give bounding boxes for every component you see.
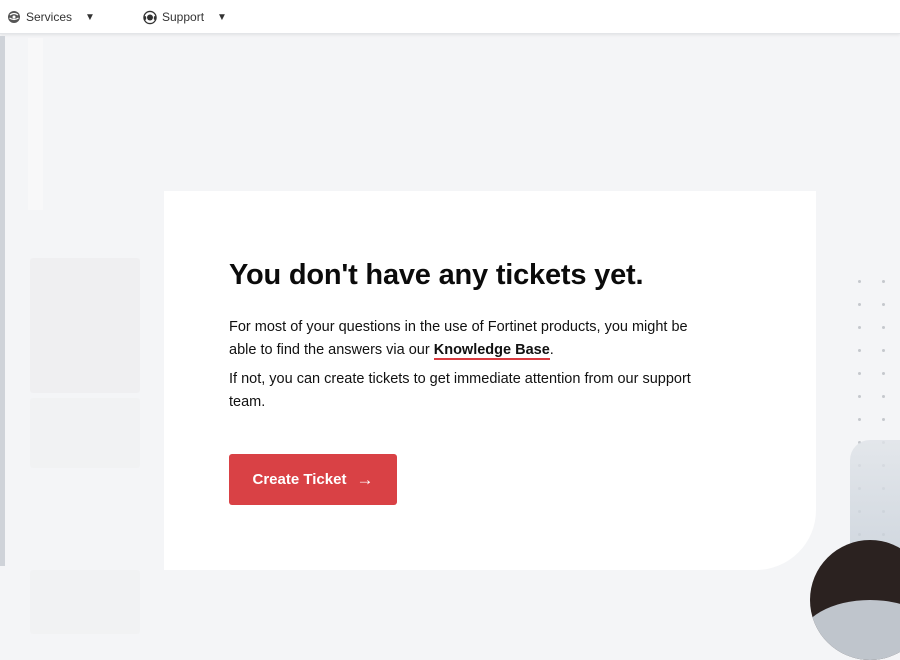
empty-state-title: You don't have any tickets yet.	[229, 259, 644, 291]
create-ticket-hint: If not, you can create tickets to get im…	[229, 371, 691, 410]
decorative-dot	[858, 372, 861, 375]
services-label: Services	[26, 10, 73, 24]
decorative-dot	[858, 326, 861, 329]
support-menu[interactable]: Support ▼	[143, 5, 227, 29]
decorative-dot	[882, 372, 885, 375]
decorative-dot	[858, 395, 861, 398]
support-label: Support	[162, 10, 205, 24]
decorative-dot	[858, 418, 861, 421]
empty-tickets-card: You don't have any tickets yet. For most…	[164, 191, 816, 570]
create-ticket-button[interactable]: Create Ticket →	[229, 454, 397, 505]
decorative-dot	[882, 280, 885, 283]
services-globe-icon	[7, 10, 21, 24]
support-headset-icon	[143, 10, 157, 25]
decorative-dot	[882, 303, 885, 306]
empty-state-description: For most of your questions in the use of…	[229, 316, 699, 361]
decorative-dot	[858, 349, 861, 352]
decorative-dot	[858, 303, 861, 306]
decorative-dot	[858, 280, 861, 283]
decorative-dot	[882, 395, 885, 398]
ghost-panel	[30, 258, 140, 393]
create-ticket-label: Create Ticket	[252, 471, 347, 488]
support-caret-icon: ▼	[217, 11, 227, 23]
decorative-dot	[882, 326, 885, 329]
ghost-panel	[30, 398, 140, 468]
top-nav-bar: Services ▼ Support ▼	[0, 0, 900, 34]
ghost-panel	[30, 570, 140, 634]
decorative-dot	[882, 349, 885, 352]
description-period: .	[549, 341, 554, 358]
arrow-right-icon: →	[356, 469, 374, 489]
services-menu[interactable]: Services ▼	[7, 5, 95, 29]
background-strip	[28, 38, 43, 210]
knowledge-base-link[interactable]: Knowledge Base	[433, 341, 550, 360]
left-scroll-edge	[0, 36, 5, 566]
decorative-dot	[882, 418, 885, 421]
services-caret-icon: ▼	[85, 11, 95, 23]
background-photo	[850, 440, 900, 550]
person-photo	[810, 540, 900, 660]
